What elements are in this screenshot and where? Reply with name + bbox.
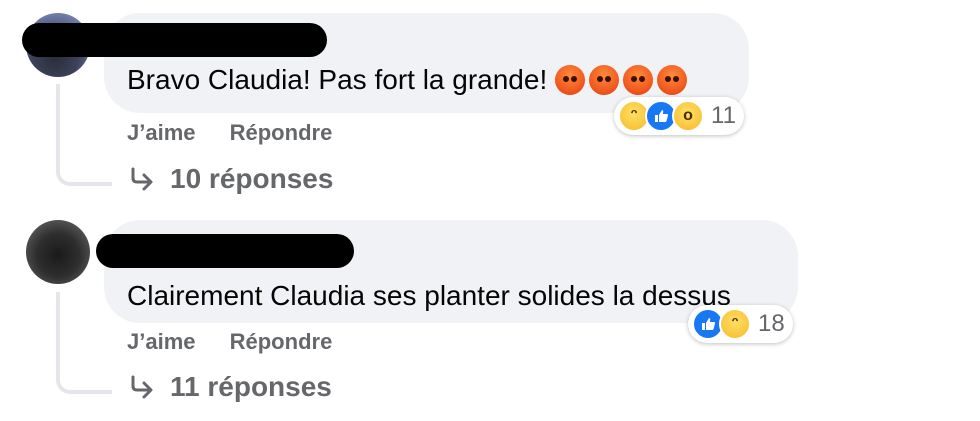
reply-button[interactable]: Répondre bbox=[230, 120, 333, 145]
reply-arrow-icon bbox=[131, 375, 153, 399]
comment-text: Bravo Claudia! Pas fort la grande! bbox=[127, 63, 688, 97]
comment-bubble: Clairement Claudia ses planter solides l… bbox=[96, 220, 798, 323]
haha-icon: ᵔ bbox=[719, 308, 751, 340]
author-name-redacted[interactable] bbox=[22, 23, 327, 57]
replies-count: 10 réponses bbox=[170, 163, 334, 194]
angry-face-icon bbox=[589, 65, 620, 95]
reactions-summary[interactable]: ᵔ o 11 bbox=[614, 97, 744, 135]
thread-connector bbox=[56, 292, 112, 394]
reaction-count: 18 bbox=[758, 310, 785, 337]
comment-actions: J’aime Répondre bbox=[127, 120, 360, 146]
reactions-summary[interactable]: ᵔ 18 bbox=[688, 305, 793, 343]
comment-actions: J’aime Répondre bbox=[127, 329, 360, 355]
comment: Bravo Claudia! Pas fort la grande! ᵔ o 1… bbox=[0, 0, 980, 208]
angry-face-icon bbox=[623, 65, 654, 95]
like-button[interactable]: J’aime bbox=[127, 120, 196, 145]
wow-icon: o bbox=[672, 100, 704, 132]
avatar[interactable] bbox=[26, 220, 90, 284]
emoji-row bbox=[555, 65, 688, 95]
angry-face-icon bbox=[555, 65, 586, 95]
reply-button[interactable]: Répondre bbox=[230, 329, 333, 354]
thread-connector bbox=[56, 84, 112, 186]
author-name-redacted[interactable] bbox=[96, 234, 354, 268]
reply-arrow-icon bbox=[131, 167, 153, 191]
like-button[interactable]: J’aime bbox=[127, 329, 196, 354]
view-replies-button[interactable]: 11 réponses bbox=[128, 371, 332, 403]
angry-face-icon bbox=[657, 65, 688, 95]
comment: Clairement Claudia ses planter solides l… bbox=[0, 208, 980, 421]
view-replies-button[interactable]: 10 réponses bbox=[128, 163, 333, 195]
replies-count: 11 réponses bbox=[170, 371, 332, 402]
comment-body: Clairement Claudia ses planter solides l… bbox=[127, 280, 731, 311]
comment-body: Bravo Claudia! Pas fort la grande! bbox=[127, 64, 548, 95]
reaction-count: 11 bbox=[711, 102, 736, 129]
